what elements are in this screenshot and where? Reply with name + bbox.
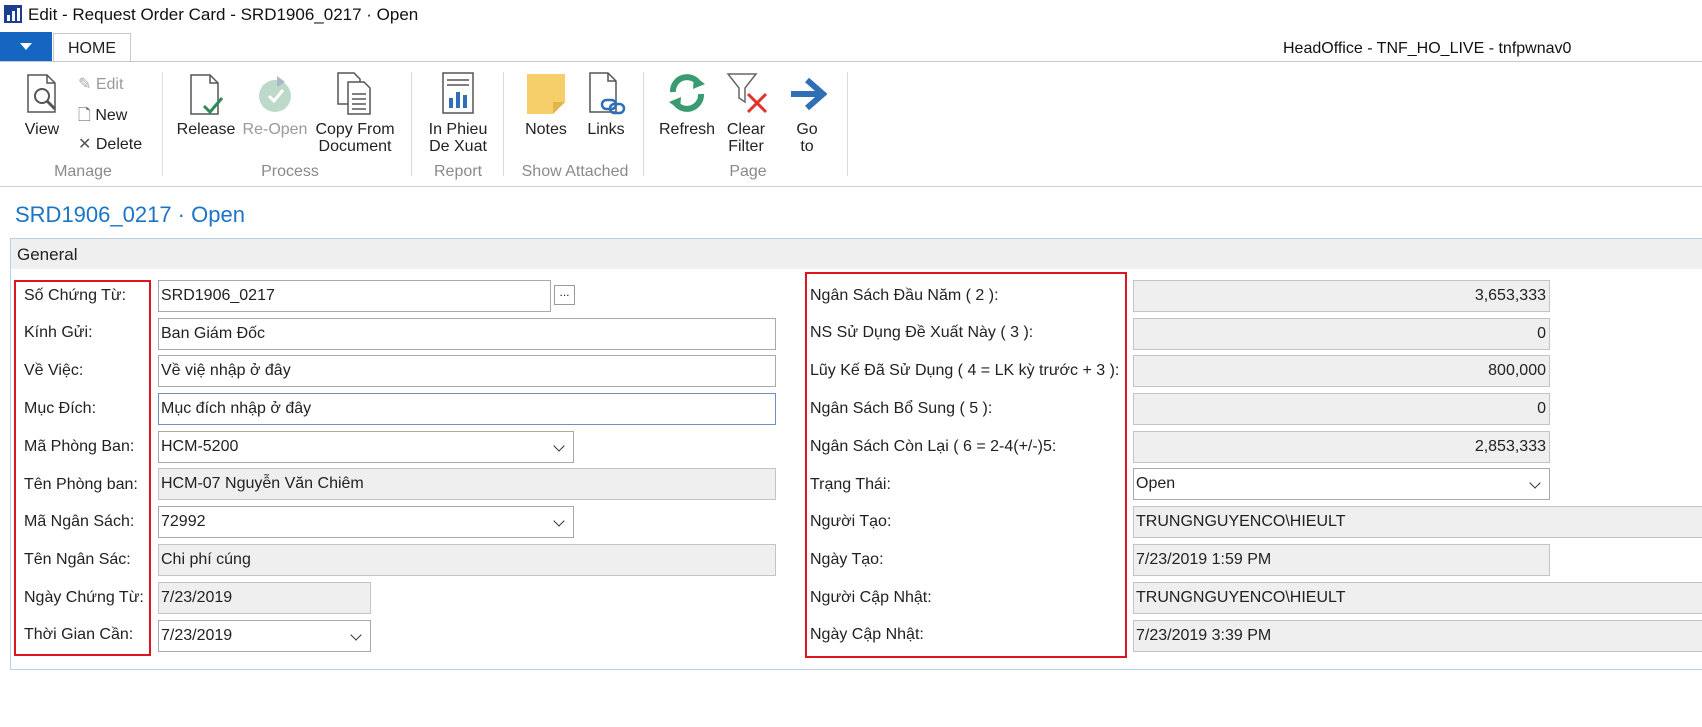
delete-button[interactable]: ✕ Delete [78, 134, 142, 154]
tab-home[interactable]: HOME [53, 33, 131, 63]
edit-pencil-icon: ✎ [78, 76, 92, 93]
trang-thai-value: Open [1136, 475, 1176, 492]
clear-filter-label-2: Filter [728, 138, 764, 155]
refresh-button[interactable]: Refresh [656, 72, 718, 142]
release-check-icon [190, 74, 224, 115]
muc-dich-input[interactable]: Mục đích nhập ở đây [158, 393, 776, 425]
in-phieu-label-2: De Xuat [429, 138, 487, 155]
chevron-down-icon[interactable] [350, 629, 362, 641]
ten-phong-ban-field: HCM-07 Nguyễn Văn Chiêm [158, 468, 776, 500]
ngan-sach-bo-sung-field: 0 [1133, 393, 1550, 425]
trang-thai-select[interactable]: Open [1133, 468, 1550, 500]
ribbon-separator [643, 72, 644, 176]
reopen-icon [259, 76, 291, 112]
thoi-gian-can-value: 7/23/2019 [161, 627, 233, 644]
new-button[interactable]: 🗋 New [78, 104, 127, 131]
clear-filter-button[interactable]: Clear Filter [720, 72, 772, 156]
report-chart-icon [442, 72, 474, 114]
chevron-down-icon[interactable] [553, 440, 565, 452]
delete-label: Delete [95, 136, 143, 153]
view-document-icon [27, 74, 57, 113]
ribbon-separator [503, 72, 504, 176]
ngay-chung-tu-field: 7/23/2019 [158, 582, 371, 614]
lookup-button[interactable]: ... [554, 285, 575, 305]
release-button[interactable]: Release [176, 72, 236, 142]
session-info: HeadOffice - TNF_HO_LIVE - tnfpwnav0 [1283, 40, 1572, 57]
go-to-button[interactable]: Go to [784, 72, 830, 156]
links-chain-icon [589, 72, 626, 115]
links-button[interactable]: Links [580, 72, 632, 142]
release-label: Release [176, 121, 236, 138]
in-phieu-label-1: In Phieu [428, 121, 488, 138]
ribbon-separator [411, 72, 412, 176]
group-label-report: Report [433, 163, 483, 180]
links-label: Links [587, 121, 625, 138]
copy-from-label-1: Copy From [315, 121, 395, 138]
group-label-process: Process [261, 163, 319, 180]
group-label-manage: Manage [54, 163, 112, 180]
in-phieu-de-xuat-button[interactable]: In Phieu De Xuat [422, 72, 494, 156]
delete-x-icon: ✕ [78, 136, 92, 153]
ribbon-separator [162, 72, 163, 176]
refresh-label: Refresh [658, 121, 716, 138]
arrow-right-icon [791, 77, 827, 111]
luy-ke-da-su-dung-field: 800,000 [1133, 355, 1550, 387]
ngay-tao-field: 7/23/2019 1:59 PM [1133, 544, 1550, 576]
highlight-box-left-labels [14, 280, 151, 656]
notes-button[interactable]: Notes [518, 72, 574, 142]
general-section-title: General [17, 245, 78, 264]
view-label: View [24, 121, 60, 138]
nguoi-tao-field: TRUNGNGUYENCO\HIEULT [1133, 506, 1702, 538]
chevron-down-icon[interactable] [1529, 477, 1541, 489]
app-menu-button[interactable] [0, 32, 52, 61]
window-title: Edit - Request Order Card - SRD1906_0217… [28, 5, 419, 24]
ma-phong-ban-value: HCM-5200 [161, 438, 239, 455]
notes-label: Notes [525, 121, 567, 138]
nguoi-cap-nhat-field: TRUNGNGUYENCO\HIEULT [1133, 582, 1702, 614]
view-button[interactable]: View [20, 72, 64, 142]
ngay-cap-nhat-field: 7/23/2019 3:39 PM [1133, 620, 1702, 652]
ma-ngan-sach-select[interactable]: 72992 [158, 506, 574, 538]
edit-button[interactable]: ✎ Edit [78, 74, 123, 94]
go-to-label-2: to [800, 138, 814, 155]
thoi-gian-can-select[interactable]: 7/23/2019 [158, 620, 371, 652]
ngan-sach-dau-nam-field: 3,653,333 [1133, 280, 1550, 312]
general-section-header[interactable] [11, 239, 1702, 269]
group-label-show-attached: Show Attached [521, 163, 629, 180]
notes-sticky-icon [527, 74, 565, 114]
kinh-gui-input[interactable]: Ban Giám Đốc [158, 318, 776, 350]
ns-su-dung-de-xuat-field: 0 [1133, 318, 1550, 350]
group-label-page: Page [729, 163, 767, 180]
ma-ngan-sach-value: 72992 [161, 513, 206, 530]
new-label: New [95, 107, 128, 124]
copy-documents-icon [337, 72, 371, 115]
edit-label: Edit [95, 76, 124, 93]
copy-from-label-2: Document [318, 138, 392, 155]
ngan-sach-con-lai-field: 2,853,333 [1133, 431, 1550, 463]
app-chart-icon [4, 5, 22, 23]
go-to-label-1: Go [796, 121, 818, 138]
ribbon-separator [847, 72, 848, 176]
refresh-icon [669, 74, 705, 112]
ten-ngan-sac-field: Chi phí cúng [158, 544, 776, 576]
ma-phong-ban-select[interactable]: HCM-5200 [158, 431, 574, 463]
page-title: SRD1906_0217 · Open [15, 202, 245, 227]
reopen-label: Re-Open [242, 121, 308, 138]
ve-viec-input[interactable]: Về việ nhập ở đây [158, 355, 776, 387]
so-chung-tu-input[interactable]: SRD1906_0217 [158, 280, 551, 312]
reopen-button[interactable]: Re-Open [240, 72, 310, 142]
new-document-icon: 🗋 [78, 107, 91, 124]
chevron-down-icon[interactable] [553, 515, 565, 527]
highlight-box-right-labels [805, 272, 1127, 658]
clear-filter-label-1: Clear [726, 121, 766, 138]
copy-from-document-button[interactable]: Copy From Document [312, 72, 398, 156]
clear-filter-icon [726, 73, 768, 114]
